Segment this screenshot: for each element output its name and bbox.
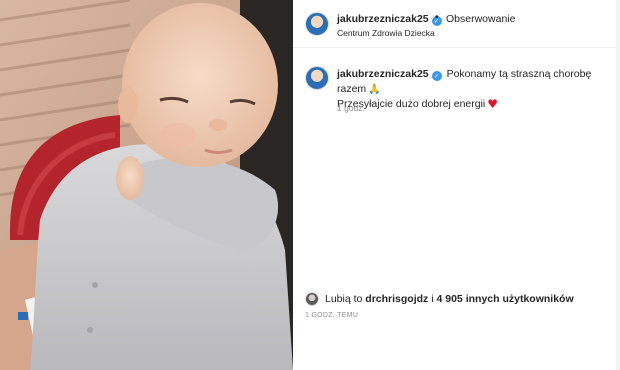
- post-location[interactable]: Centrum Zdrowia Dziecka: [337, 28, 435, 38]
- red-heart-icon: ♥: [487, 97, 499, 111]
- author-avatar[interactable]: [305, 12, 329, 36]
- following-button[interactable]: Obserwowanie: [446, 13, 515, 25]
- likes-summary: Lubią to drchrisgojdz i 4 905 innych uży…: [305, 291, 574, 307]
- liker-avatar[interactable]: [305, 292, 319, 306]
- post-side-panel: jakubrzezniczak25 ✓ • Obserwowanie Centru…: [293, 0, 620, 370]
- caption-text: jakubrzezniczak25 ✓ Pokonamy tą straszną …: [337, 67, 617, 112]
- verified-badge-icon: ✓: [431, 71, 442, 81]
- praying-hands-icon: 🙏: [368, 84, 381, 95]
- post-header: jakubrzezniczak25 ✓ • Obserwowanie Centru…: [293, 0, 620, 48]
- author-username[interactable]: jakubrzezniczak25 ✓: [337, 13, 442, 26]
- instagram-post: jakubrzezniczak25 ✓ • Obserwowanie Centru…: [0, 0, 620, 370]
- likes-connector: i: [431, 293, 434, 305]
- liker-username[interactable]: drchrisgojdz: [365, 293, 428, 305]
- baby-photo-image: [0, 0, 293, 370]
- likes-count-link[interactable]: 4 905 innych użytkowników: [437, 293, 574, 305]
- author-username-text[interactable]: jakubrzezniczak25: [337, 13, 429, 25]
- post-photo[interactable]: [0, 0, 293, 370]
- caption-timestamp[interactable]: 1 godz.: [337, 103, 365, 113]
- caption-username-text[interactable]: jakubrzezniczak25: [337, 68, 429, 80]
- panel-scrollbar[interactable]: [616, 0, 620, 370]
- caption-author-avatar[interactable]: [305, 66, 329, 90]
- header-separator: •: [435, 12, 439, 23]
- likes-prefix: Lubią to: [325, 293, 363, 305]
- post-timestamp[interactable]: 1 GODZ. TEMU: [305, 312, 358, 319]
- caption-username[interactable]: jakubrzezniczak25 ✓: [337, 68, 442, 81]
